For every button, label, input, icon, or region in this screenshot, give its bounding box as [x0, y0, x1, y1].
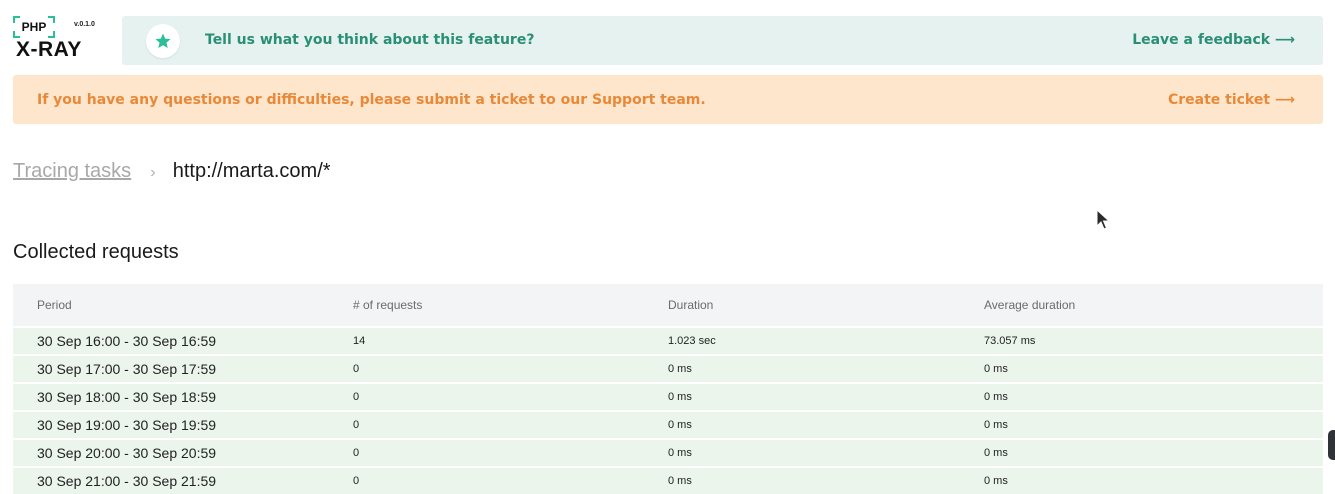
cell-average-duration: 0 ms [984, 419, 1008, 431]
cell-requests: 14 [353, 335, 366, 347]
cell-duration: 1.023 sec [668, 335, 716, 347]
table-header: Period # of requests Duration Average du… [13, 284, 1323, 326]
cell-average-duration: 0 ms [984, 447, 1008, 459]
table-row[interactable]: 30 Sep 20:00 - 30 Sep 20:59 0 0 ms 0 ms [13, 440, 1323, 466]
support-banner: If you have any questions or difficultie… [13, 75, 1323, 124]
cell-duration: 0 ms [668, 447, 692, 459]
cell-period: 30 Sep 17:00 - 30 Sep 17:59 [37, 361, 217, 377]
cell-average-duration: 0 ms [984, 475, 1008, 487]
cell-period: 30 Sep 21:00 - 30 Sep 21:59 [37, 473, 217, 489]
cell-average-duration: 73.057 ms [984, 335, 1036, 347]
cell-requests: 0 [353, 419, 360, 431]
requests-table: Period # of requests Duration Average du… [13, 284, 1323, 494]
breadcrumb-current: http://marta.com/* [172, 160, 331, 182]
support-message: If you have any questions or difficultie… [37, 92, 706, 108]
logo-php-badge: PHP [13, 16, 55, 38]
cell-average-duration: 0 ms [984, 391, 1008, 403]
column-header-duration[interactable]: Duration [668, 298, 713, 312]
breadcrumb: Tracing tasks › http://marta.com/* [13, 160, 331, 186]
table-row[interactable]: 30 Sep 19:00 - 30 Sep 19:59 0 0 ms 0 ms [13, 412, 1323, 438]
cell-period: 30 Sep 16:00 - 30 Sep 16:59 [37, 333, 217, 349]
cell-requests: 0 [353, 363, 360, 375]
breadcrumb-tracing-tasks-link[interactable]: Tracing tasks [13, 160, 131, 182]
cell-period: 30 Sep 18:00 - 30 Sep 18:59 [37, 389, 217, 405]
cell-requests: 0 [353, 391, 360, 403]
cell-duration: 0 ms [668, 391, 692, 403]
cell-duration: 0 ms [668, 363, 692, 375]
logo-name: X-RAY [16, 38, 82, 61]
column-header-average-duration[interactable]: Average duration [984, 298, 1075, 312]
star-icon [146, 24, 180, 58]
table-row[interactable]: 30 Sep 18:00 - 30 Sep 18:59 0 0 ms 0 ms [13, 384, 1323, 410]
column-header-period[interactable]: Period [37, 298, 72, 312]
cell-duration: 0 ms [668, 475, 692, 487]
cell-requests: 0 [353, 475, 360, 487]
column-header-requests[interactable]: # of requests [353, 298, 422, 312]
cell-duration: 0 ms [668, 419, 692, 431]
cell-requests: 0 [353, 447, 360, 459]
side-panel-tab[interactable] [1328, 430, 1335, 460]
app-version: v.0.1.0 [74, 21, 95, 28]
table-row[interactable]: 30 Sep 16:00 - 30 Sep 16:59 14 1.023 sec… [13, 328, 1323, 354]
cell-period: 30 Sep 19:00 - 30 Sep 19:59 [37, 417, 217, 433]
cell-period: 30 Sep 20:00 - 30 Sep 20:59 [37, 445, 217, 461]
table-row[interactable]: 30 Sep 17:00 - 30 Sep 17:59 0 0 ms 0 ms [13, 356, 1323, 382]
section-title: Collected requests [13, 241, 179, 263]
leave-feedback-link[interactable]: Leave a feedback ⟶ [1132, 32, 1295, 48]
cell-average-duration: 0 ms [984, 363, 1008, 375]
feedback-message: Tell us what you think about this featur… [205, 32, 535, 48]
breadcrumb-separator: › [150, 164, 156, 181]
feedback-banner: Tell us what you think about this featur… [122, 16, 1323, 65]
create-ticket-link[interactable]: Create ticket ⟶ [1168, 92, 1295, 108]
logo-php-text: PHP [21, 20, 47, 34]
table-row[interactable]: 30 Sep 21:00 - 30 Sep 21:59 0 0 ms 0 ms [13, 468, 1323, 494]
mouse-cursor-icon [1096, 208, 1111, 235]
app-logo[interactable]: PHP v.0.1.0 X-RAY [13, 16, 103, 62]
